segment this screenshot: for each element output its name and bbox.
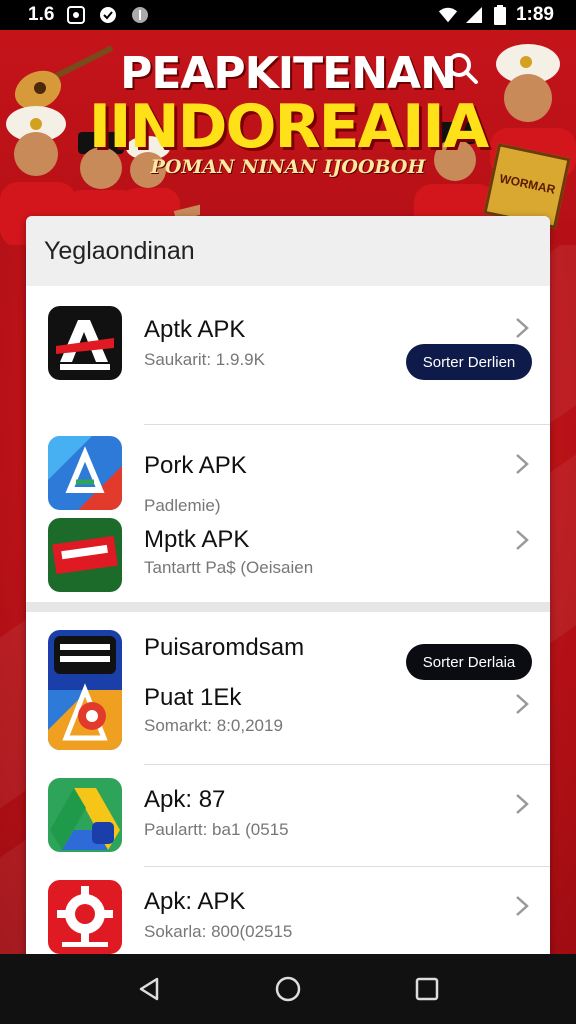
list-item[interactable]: Apk: APK Sokarla: 800(02515 [26, 868, 550, 954]
list-item[interactable]: Aptk APK Saukarit: 1.9.9K Sorter Derlien [26, 286, 550, 396]
banner-subtitle: POMAN NINAN IJOOBOH [150, 156, 426, 178]
list-item-subtitle: Paulartt: ba1 (0515 [144, 820, 289, 839]
list-item-subtitle: Tantartt Pa$ (Oeisaien [144, 558, 314, 577]
clock: 1:89 [515, 4, 554, 25]
battery-icon [490, 5, 510, 25]
shield-notification-icon [130, 5, 150, 25]
sorter-button[interactable]: Sorter Derlaia [406, 644, 532, 680]
list-item-title: Apk: 87 [144, 786, 226, 813]
promo-sign-text: WORMAR [498, 171, 557, 197]
chevron-right-icon[interactable] [512, 528, 532, 552]
list-item-subtitle: Saukarit: 1.9.9K [144, 350, 265, 369]
status-bar: 1.6 1:89 [0, 0, 576, 30]
signal-icon [464, 5, 484, 25]
list-item-title: Apk: APK [144, 888, 246, 915]
drive-triangle-icon [48, 778, 122, 852]
triangle-map-icon [48, 436, 122, 510]
gallery-notification-icon [66, 5, 86, 25]
chevron-right-icon[interactable] [512, 792, 532, 816]
chat-notification-icon [98, 5, 118, 25]
green-badge-icon [48, 518, 122, 592]
list-item[interactable]: Mptk APK Tantartt Pa$ (Oeisaien [26, 512, 550, 602]
list-item-subtitle: Sokarla: 800(02515 [144, 922, 293, 941]
sorter-button[interactable]: Sorter Derlien [406, 344, 532, 380]
list-item-title: Puisaromdsam [144, 634, 305, 661]
recents-icon[interactable] [407, 969, 447, 1009]
divider [144, 424, 550, 425]
list-item-title: Pork APK [144, 452, 247, 479]
card-header: Yeglaondinan [26, 216, 550, 286]
chevron-right-icon[interactable] [512, 894, 532, 918]
divider [144, 764, 550, 765]
list-item[interactable]: Puat 1Ek Somarkt: 8:0,2019 [26, 682, 550, 762]
back-icon[interactable] [129, 969, 169, 1009]
home-icon[interactable] [268, 969, 308, 1009]
chevron-right-icon[interactable] [512, 692, 532, 716]
chevron-right-icon[interactable] [512, 452, 532, 476]
divider [144, 866, 550, 867]
list-item[interactable]: Pork APK [26, 426, 550, 510]
gear-app-icon [48, 880, 122, 954]
list-item-title: Mptk APK [144, 526, 250, 553]
list-item[interactable]: Apk: 87 Paulartt: ba1 (0515 [26, 766, 550, 866]
a3-logo-icon [48, 306, 122, 380]
list-item-title: Puat 1Ek [144, 684, 242, 711]
wifi-icon [438, 5, 458, 25]
chevron-right-icon[interactable] [512, 316, 532, 340]
system-nav-bar [0, 954, 576, 1024]
list-item-title: Aptk APK [144, 316, 246, 343]
status-left-text: 1.6 [28, 4, 55, 25]
app-list-card: Yeglaondinan Aptk APK Saukarit: 1.9.9K S… [26, 216, 550, 954]
list-item-subtitle: Somarkt: 8:0,2019 [144, 716, 283, 735]
search-icon[interactable] [444, 50, 480, 86]
banner-title-line-2: IINDOREAIIA [88, 92, 489, 162]
promo-banner[interactable]: PEAPKITENAN IINDOREAIIA POMAN NINAN IJOO… [0, 30, 576, 245]
section-divider [26, 602, 550, 612]
app-background: PEAPKITENAN IINDOREAIIA POMAN NINAN IJOO… [0, 30, 576, 954]
